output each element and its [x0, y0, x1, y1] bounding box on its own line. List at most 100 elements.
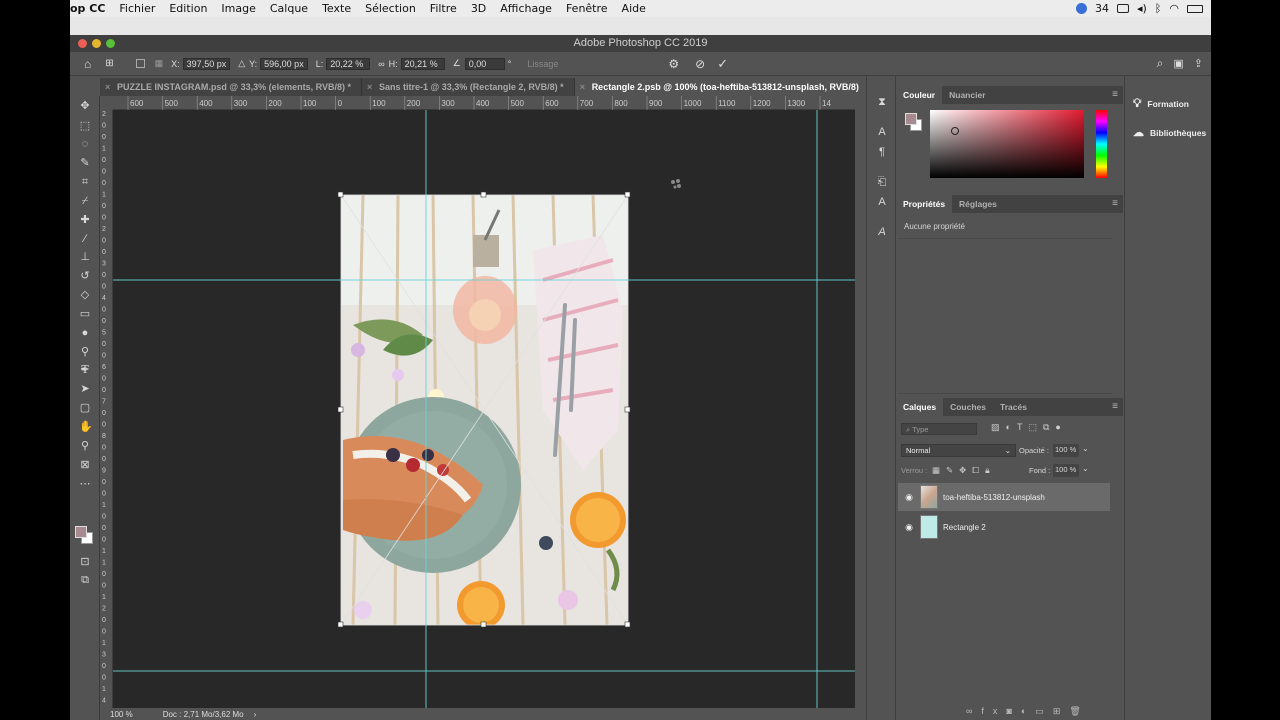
- lasso-tool-icon[interactable]: ◌: [79, 138, 91, 150]
- reference-point-icon[interactable]: ⊞: [105, 58, 113, 69]
- lock-artboard-icon[interactable]: ⧠: [972, 465, 985, 475]
- zoom-window-button[interactable]: [106, 39, 115, 48]
- hue-slider[interactable]: [1096, 110, 1107, 178]
- panel-menu-icon[interactable]: ≡: [1112, 195, 1118, 213]
- notification-icon[interactable]: [1075, 3, 1087, 14]
- opacity-field[interactable]: 100 %: [1053, 444, 1079, 457]
- warp-icon[interactable]: ⚙: [668, 57, 679, 71]
- layer-style-icon[interactable]: fx: [981, 706, 1006, 716]
- zoom-tool-icon[interactable]: ⚲: [79, 440, 91, 452]
- close-tab-icon[interactable]: ×: [580, 78, 585, 96]
- menu-filtre[interactable]: Filtre: [430, 2, 457, 15]
- close-tab-icon[interactable]: ×: [105, 78, 110, 96]
- panel-menu-icon[interactable]: ≡: [1112, 86, 1118, 104]
- blend-mode-select[interactable]: Normal ⌄: [901, 444, 1016, 457]
- shape-filter-icon[interactable]: ⬚: [1028, 422, 1043, 432]
- zoom-level[interactable]: 100 %: [110, 710, 133, 719]
- menu-edition[interactable]: Edition: [169, 2, 207, 15]
- bluetooth-icon[interactable]: ᛒ: [1155, 2, 1162, 15]
- history-brush-icon[interactable]: ↺: [79, 270, 91, 282]
- lock-transparent-icon[interactable]: ▦: [932, 465, 946, 475]
- commit-transform-icon[interactable]: ✓: [717, 56, 728, 72]
- tab-reglages[interactable]: Réglages: [952, 195, 1004, 213]
- tab-rectangle-2[interactable]: × Rectangle 2.psb @ 100% (toa-heftiba-513…: [574, 78, 870, 96]
- type-filter-icon[interactable]: T: [1017, 422, 1029, 432]
- character-style-icon[interactable]: A: [876, 226, 888, 238]
- y-position-field[interactable]: 596,00 px: [260, 57, 308, 70]
- x-position-field[interactable]: 397,50 px: [182, 57, 231, 70]
- tab-couleur[interactable]: Couleur: [896, 86, 943, 104]
- wifi-icon[interactable]: ◠: [1169, 2, 1179, 15]
- hand-tool-icon[interactable]: ✋: [79, 421, 93, 433]
- share-icon[interactable]: ⇪: [1194, 57, 1203, 70]
- app-menu[interactable]: op CC: [70, 2, 105, 15]
- eraser-icon[interactable]: ◇: [79, 289, 91, 301]
- tab-proprietes[interactable]: Propriétés: [896, 195, 953, 213]
- fill-field[interactable]: 100 %: [1053, 464, 1079, 477]
- battery-icon[interactable]: [1187, 4, 1203, 13]
- tab-calques[interactable]: Calques: [896, 398, 944, 416]
- tab-nuancier[interactable]: Nuancier: [942, 86, 992, 104]
- layer-row-photo[interactable]: ◉ toa-heftiba-513812-unsplash: [898, 483, 1110, 511]
- visibility-eye-icon[interactable]: ◉: [898, 522, 920, 533]
- character-icon[interactable]: A: [876, 126, 888, 138]
- reference-grid-icon[interactable]: ▦: [155, 58, 164, 69]
- display-icon[interactable]: [1116, 4, 1129, 13]
- layer-row-rectangle[interactable]: ◉ Rectangle 2: [898, 513, 1110, 541]
- volume-icon[interactable]: ◂): [1137, 2, 1147, 15]
- paragraph-icon[interactable]: ¶: [876, 146, 888, 158]
- delta-icon[interactable]: △: [238, 58, 245, 69]
- opacity-chevron-icon[interactable]: ⌄: [1082, 444, 1089, 453]
- doc-size[interactable]: Doc : 2,71 Mo/3,62 Mo: [163, 710, 244, 719]
- link-icon[interactable]: ∞: [378, 59, 384, 69]
- text-tool-icon[interactable]: T: [79, 364, 91, 376]
- adjustment-filter-icon[interactable]: ◐: [1006, 422, 1017, 432]
- gradient-tool-icon[interactable]: ▭: [79, 308, 91, 320]
- more-tools-icon[interactable]: ⋯: [79, 478, 91, 490]
- path-selection-icon[interactable]: ➤: [79, 383, 91, 395]
- formation-item[interactable]: 💡︎ Formation: [1133, 96, 1189, 111]
- brush-tool-icon[interactable]: ∕: [79, 233, 91, 245]
- smart-object-filter-icon[interactable]: ⧉: [1043, 422, 1055, 432]
- blur-tool-icon[interactable]: ●: [79, 327, 91, 339]
- workspace-icon[interactable]: ▣: [1173, 57, 1183, 70]
- marquee-tool-icon[interactable]: ⬚: [79, 120, 91, 132]
- document-canvas[interactable]: [113, 110, 855, 708]
- menu-fenetre[interactable]: Fenêtre: [566, 2, 608, 15]
- pixel-filter-icon[interactable]: ▨: [991, 422, 1006, 432]
- glyph-icon[interactable]: A: [876, 196, 888, 208]
- vertical-ruler[interactable]: 2 0 0 1 0 0 0 1 0 0 2 0 0 3 0 0 4 0 0 5 0 0 6 0 0 7 0 0 8 0 0 9 0 0 1 0 0 0 1 1…: [100, 110, 113, 708]
- adjustment-layer-icon[interactable]: ◐: [1021, 706, 1035, 716]
- menu-aide[interactable]: Aide: [622, 2, 646, 15]
- width-field[interactable]: 20,22 %: [326, 57, 371, 70]
- fill-chevron-icon[interactable]: ⌄: [1082, 464, 1089, 473]
- new-layer-icon[interactable]: ⊞: [1053, 706, 1070, 716]
- visibility-eye-icon[interactable]: ◉: [898, 492, 920, 503]
- dodge-tool-icon[interactable]: ⚲: [79, 346, 91, 358]
- delete-layer-icon[interactable]: 🗑︎: [1069, 706, 1089, 716]
- add-mask-icon[interactable]: ◙: [1006, 706, 1020, 716]
- panel-fg-color[interactable]: [905, 113, 917, 125]
- home-icon[interactable]: ⌂: [84, 57, 91, 71]
- quick-mask-icon[interactable]: ⊡: [79, 556, 91, 568]
- menu-affichage[interactable]: Affichage: [500, 2, 552, 15]
- menu-calque[interactable]: Calque: [270, 2, 308, 15]
- link-layers-icon[interactable]: ∞: [966, 706, 981, 716]
- reference-checkbox[interactable]: [135, 59, 145, 68]
- status-arrow-icon[interactable]: ›: [254, 710, 257, 719]
- lock-all-icon[interactable]: 🔒︎: [985, 465, 996, 475]
- quick-selection-icon[interactable]: ✎: [79, 157, 91, 169]
- clone-stamp-icon[interactable]: ⊥: [79, 251, 91, 263]
- color-picker-field[interactable]: [930, 110, 1084, 178]
- foreground-color-swatch[interactable]: [75, 526, 87, 538]
- minimize-window-button[interactable]: [92, 39, 101, 48]
- horizontal-ruler[interactable]: 600 500 400 300 200 100 0 100 200 300 400 500 600 700…: [113, 96, 855, 110]
- tab-traces[interactable]: Tracés: [993, 398, 1034, 416]
- menu-image[interactable]: Image: [221, 2, 255, 15]
- libraries-item[interactable]: ☁ Bibliothèques: [1133, 126, 1206, 139]
- rectangle-tool-icon[interactable]: ▢: [79, 402, 91, 414]
- filter-toggle-icon[interactable]: ●: [1055, 422, 1066, 432]
- eyedropper-icon[interactable]: ⌿: [79, 195, 91, 207]
- tab-puzzle-instagram[interactable]: × PUZZLE INSTAGRAM.psd @ 33,3% (elements,…: [100, 78, 362, 96]
- menu-texte[interactable]: Texte: [322, 2, 351, 15]
